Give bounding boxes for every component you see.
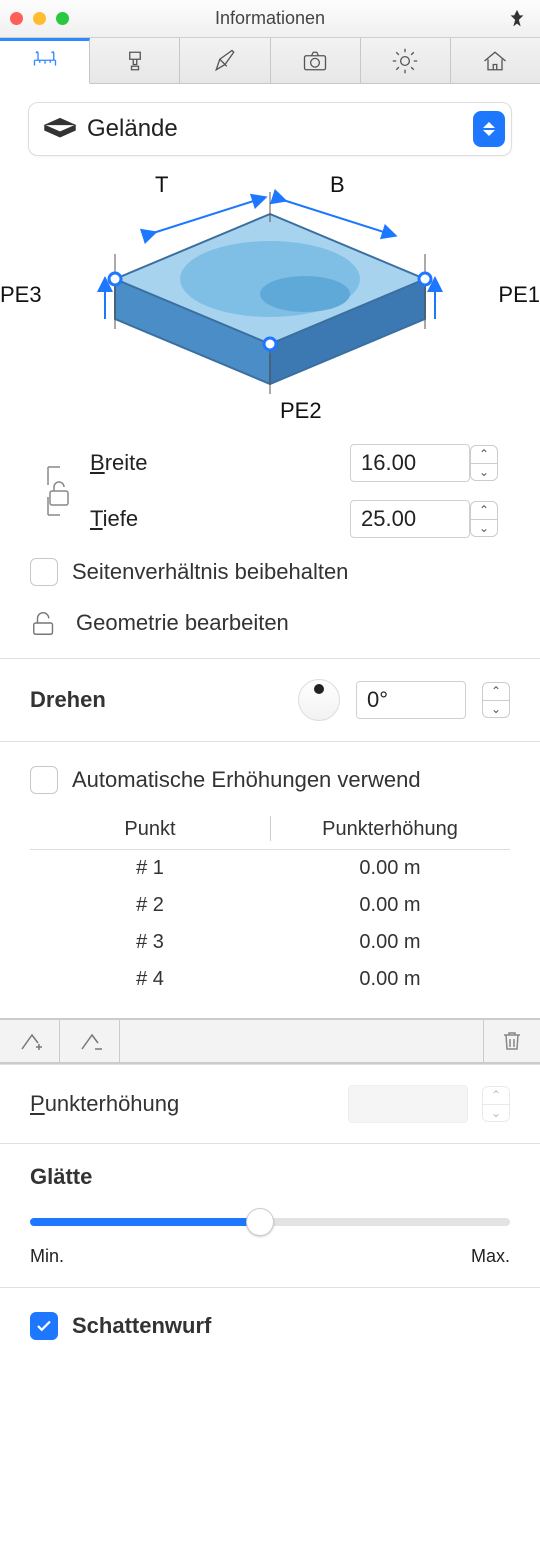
diagram-label-pe1: PE1: [498, 282, 540, 308]
tab-ruler[interactable]: [0, 38, 90, 84]
close-window-icon[interactable]: [10, 12, 23, 25]
auto-elevations-label: Automatische Erhöhungen verwend: [72, 767, 421, 793]
table-cell-elevation: 0.00 m: [270, 857, 510, 880]
chevron-up-icon[interactable]: ⌃: [483, 683, 509, 701]
pin-icon[interactable]: [506, 8, 528, 30]
window-title: Informationen: [0, 8, 540, 29]
slider-thumb-icon[interactable]: [246, 1208, 274, 1236]
rotate-dial[interactable]: [298, 679, 340, 721]
point-elevation-label: Punkterhöhung: [30, 1091, 334, 1117]
shadow-label: Schattenwurf: [72, 1313, 211, 1339]
object-type-label: Gelände: [87, 115, 473, 143]
aspect-ratio-checkbox[interactable]: [30, 558, 58, 586]
table-row[interactable]: # 40.00 m: [30, 961, 510, 998]
table-row[interactable]: # 30.00 m: [30, 924, 510, 961]
width-input[interactable]: [350, 444, 470, 482]
remove-point-button[interactable]: [60, 1020, 120, 1062]
toolbar-spacer: [120, 1020, 484, 1062]
window-titlebar: Informationen: [0, 0, 540, 38]
add-point-button[interactable]: [0, 1020, 60, 1062]
tab-house[interactable]: [451, 38, 540, 83]
table-cell-point: # 2: [30, 894, 270, 917]
object-type-select[interactable]: Gelände: [28, 102, 512, 156]
elevation-table: Punkt Punkterhöhung # 10.00 m# 20.00 m# …: [30, 810, 510, 998]
rotate-section: Drehen ⌃⌄: [0, 658, 540, 741]
auto-elevations-checkbox[interactable]: [30, 766, 58, 794]
smoothness-min-label: Min.: [30, 1246, 64, 1267]
elevations-section: Automatische Erhöhungen verwend Punkt Pu…: [0, 741, 540, 1018]
table-cell-elevation: 0.00 m: [270, 968, 510, 991]
point-elevation-stepper: ⌃⌄: [482, 1086, 510, 1122]
dimension-diagram: T B PE3 PE1 PE2: [0, 164, 540, 424]
diagram-label-pe2: PE2: [280, 398, 322, 424]
diagram-label-b: B: [330, 172, 345, 198]
tab-light[interactable]: [361, 38, 451, 83]
table-cell-elevation: 0.00 m: [270, 931, 510, 954]
dimensions-section: Breite ⌃⌄ Tiefe ⌃⌄ Seitenverhältnis beib…: [0, 424, 540, 658]
minimize-window-icon[interactable]: [33, 12, 46, 25]
rotate-stepper[interactable]: ⌃⌄: [482, 682, 510, 718]
smoothness-slider[interactable]: [30, 1208, 510, 1236]
chevron-down-icon[interactable]: ⌄: [471, 520, 497, 537]
aspect-ratio-label: Seitenverhältnis beibehalten: [72, 559, 348, 585]
table-cell-point: # 3: [30, 931, 270, 954]
diagram-label-t: T: [155, 172, 168, 198]
chevron-down-icon[interactable]: ⌄: [471, 464, 497, 481]
depth-stepper[interactable]: ⌃⌄: [470, 501, 498, 537]
rotate-input[interactable]: [356, 681, 466, 719]
point-elevation-input: [348, 1085, 468, 1123]
tab-camera[interactable]: [271, 38, 361, 83]
width-stepper[interactable]: ⌃⌄: [470, 445, 498, 481]
depth-input[interactable]: [350, 500, 470, 538]
zoom-window-icon[interactable]: [56, 12, 69, 25]
aspect-lock-icon[interactable]: [30, 465, 90, 517]
rotate-label: Drehen: [30, 687, 282, 713]
tab-brush[interactable]: [90, 38, 180, 83]
table-row[interactable]: # 20.00 m: [30, 887, 510, 924]
table-header-elevation[interactable]: Punkterhöhung: [270, 818, 510, 841]
delete-button[interactable]: [484, 1020, 540, 1062]
table-cell-point: # 1: [30, 857, 270, 880]
table-cell-point: # 4: [30, 968, 270, 991]
shadow-section: Schattenwurf: [0, 1287, 540, 1360]
table-header-point[interactable]: Punkt: [30, 818, 270, 841]
smoothness-label: Glätte: [30, 1164, 510, 1190]
width-label: Breite: [90, 450, 350, 476]
smoothness-section: Glätte Min. Max.: [0, 1143, 540, 1287]
chevron-up-icon[interactable]: ⌃: [471, 502, 497, 520]
shadow-checkbox[interactable]: [30, 1312, 58, 1340]
terrain-icon: [43, 113, 77, 145]
tab-pencil[interactable]: [180, 38, 270, 83]
traffic-lights: [10, 12, 69, 25]
smoothness-max-label: Max.: [471, 1246, 510, 1267]
elevation-toolbar: [0, 1018, 540, 1064]
diagram-label-pe3: PE3: [0, 282, 42, 308]
inspector-tabs: [0, 38, 540, 84]
table-row[interactable]: # 10.00 m: [30, 850, 510, 887]
table-cell-elevation: 0.00 m: [270, 894, 510, 917]
edit-geometry-row[interactable]: Geometrie bearbeiten: [30, 608, 510, 638]
edit-geometry-label: Geometrie bearbeiten: [76, 610, 289, 636]
chevron-down-icon[interactable]: ⌄: [483, 701, 509, 718]
depth-label: Tiefe: [90, 506, 350, 532]
point-elevation-section: Punkterhöhung ⌃⌄: [0, 1064, 540, 1143]
chevron-up-icon[interactable]: ⌃: [471, 446, 497, 464]
select-arrows-icon: [473, 111, 505, 147]
